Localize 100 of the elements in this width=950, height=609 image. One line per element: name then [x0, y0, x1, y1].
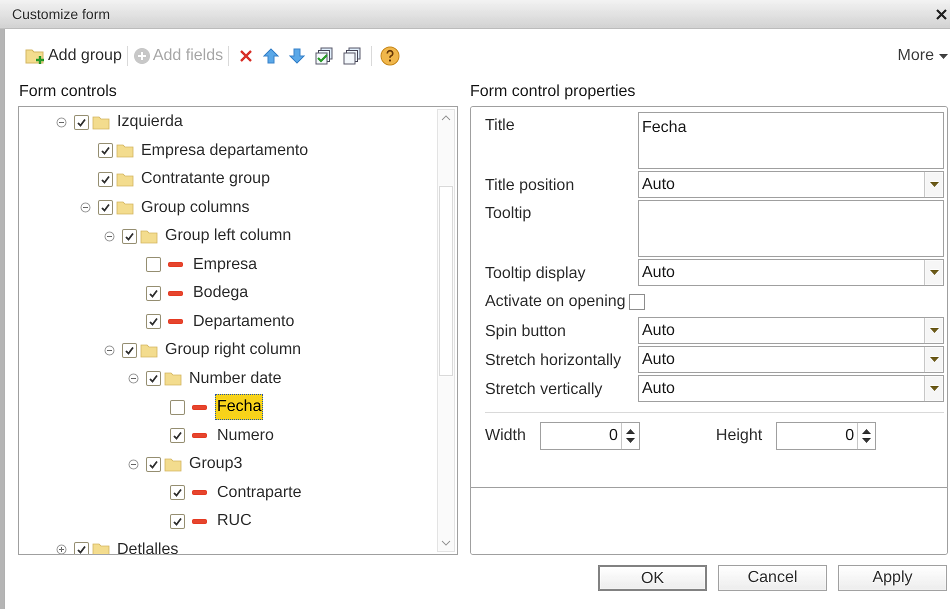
check-icon: [124, 230, 135, 242]
stacked-check-icon: [315, 47, 334, 65]
folder-plus-icon: [25, 47, 47, 65]
checkbox[interactable]: [74, 114, 89, 130]
checkbox[interactable]: [146, 257, 161, 272]
caret-icon: [930, 328, 938, 333]
dialog-button[interactable]: OK: [598, 565, 707, 591]
tree-item[interactable]: Group columns: [139, 194, 252, 221]
tree-item[interactable]: Group3: [187, 451, 244, 478]
spin-field[interactable]: 0: [776, 422, 876, 450]
collapse-icon[interactable]: [104, 344, 115, 356]
caret-icon: [939, 54, 948, 58]
arrow-up-icon: [263, 48, 280, 64]
tree-item[interactable]: Group right column: [163, 337, 304, 364]
field-icon: [168, 319, 182, 324]
collapse-icon[interactable]: [128, 373, 139, 384]
check-icon: [148, 373, 159, 384]
checkbox[interactable]: [146, 371, 161, 386]
checkbox[interactable]: [170, 485, 185, 500]
dropdown[interactable]: Auto: [638, 171, 944, 198]
check-icon: [100, 174, 111, 185]
tree-item[interactable]: Fecha: [215, 394, 264, 420]
tree-item[interactable]: RUC: [215, 508, 254, 534]
field-icon: [192, 518, 206, 524]
tree-item[interactable]: Empresa departamento: [139, 138, 310, 164]
scrollbar[interactable]: [437, 109, 455, 552]
tree-item[interactable]: Numero: [215, 422, 276, 449]
dropdown[interactable]: Auto: [638, 375, 944, 402]
more-menu-button[interactable]: More: [898, 44, 948, 68]
field-icon: [192, 404, 206, 410]
spin-field[interactable]: 0: [540, 422, 640, 450]
folder-icon: [92, 114, 110, 130]
folder-icon: [116, 200, 134, 216]
tree-item[interactable]: Contratante group: [139, 166, 272, 192]
caret-icon: [930, 357, 938, 362]
folder-icon: [164, 371, 182, 386]
property-label: Stretch vertically: [485, 380, 604, 400]
scroll-thumb[interactable]: [439, 186, 453, 376]
checkbox[interactable]: [146, 456, 161, 472]
spin-down-icon[interactable]: [862, 438, 872, 443]
tree-item[interactable]: Izquierda: [115, 109, 185, 136]
spin-down-icon[interactable]: [626, 438, 635, 443]
collapse-icon[interactable]: [128, 458, 139, 470]
collapse-icon[interactable]: [56, 116, 67, 128]
property-label: Title position: [485, 176, 576, 196]
checkbox[interactable]: [98, 200, 113, 216]
dropdown[interactable]: Auto: [638, 259, 944, 286]
checkbox[interactable]: [98, 143, 113, 158]
checkbox[interactable]: [122, 228, 137, 244]
field-icon: [168, 290, 182, 296]
property-label: Activate on opening: [485, 292, 627, 312]
checkbox[interactable]: [122, 342, 137, 358]
checkbox[interactable]: [170, 428, 185, 444]
property-label: Height: [716, 426, 762, 446]
check-icon: [148, 288, 159, 299]
expand-icon[interactable]: [56, 544, 67, 554]
check-icon: [76, 116, 87, 128]
dialog-button[interactable]: Apply: [838, 565, 947, 591]
close-button[interactable]: [934, 7, 948, 21]
dropdown[interactable]: Auto: [638, 346, 944, 373]
tree-item[interactable]: Group left column: [163, 223, 294, 250]
tree-item[interactable]: Bodega: [191, 280, 250, 306]
spin-up-icon[interactable]: [626, 429, 635, 434]
section-heading: Form control properties: [470, 82, 636, 102]
dialog-button[interactable]: Cancel: [718, 565, 827, 591]
checkbox[interactable]: [74, 542, 89, 554]
check-icon: [172, 430, 183, 442]
field-icon: [192, 433, 206, 438]
caret-icon: [930, 270, 938, 275]
property-label: Stretch horizontally: [485, 350, 622, 370]
close-icon: [239, 49, 254, 63]
collapse-icon[interactable]: [104, 230, 115, 242]
tree-item[interactable]: Contraparte: [215, 480, 304, 506]
checkbox[interactable]: [146, 286, 161, 301]
folder-icon: [92, 542, 110, 554]
checkbox[interactable]: [170, 400, 185, 415]
window-title: Customize form: [12, 4, 110, 24]
checkbox[interactable]: [98, 172, 113, 187]
tree-item[interactable]: Number date: [187, 366, 284, 392]
caret-icon: [930, 182, 938, 187]
checkbox[interactable]: [628, 294, 645, 310]
folder-icon: [116, 143, 134, 158]
property-label: Tooltip display: [485, 264, 586, 284]
tree-item[interactable]: Empresa: [191, 252, 260, 278]
close-icon: [936, 8, 946, 20]
add-group-button[interactable]: Add group: [25, 44, 122, 68]
property-label: Width: [485, 426, 526, 446]
dropdown[interactable]: Auto: [638, 317, 944, 344]
check-icon: [148, 458, 159, 470]
section-heading: Form controls: [18, 82, 118, 102]
check-icon: [148, 316, 159, 328]
text-area[interactable]: Fecha: [638, 112, 944, 169]
tree-item[interactable]: Detlalles: [115, 536, 180, 554]
collapse-icon[interactable]: [80, 202, 91, 214]
checkbox[interactable]: [170, 514, 185, 529]
field-icon: [168, 262, 182, 268]
check-icon: [172, 487, 183, 498]
checkbox[interactable]: [146, 314, 161, 330]
spin-up-icon[interactable]: [862, 429, 872, 434]
tree-item[interactable]: Departamento: [191, 308, 296, 335]
